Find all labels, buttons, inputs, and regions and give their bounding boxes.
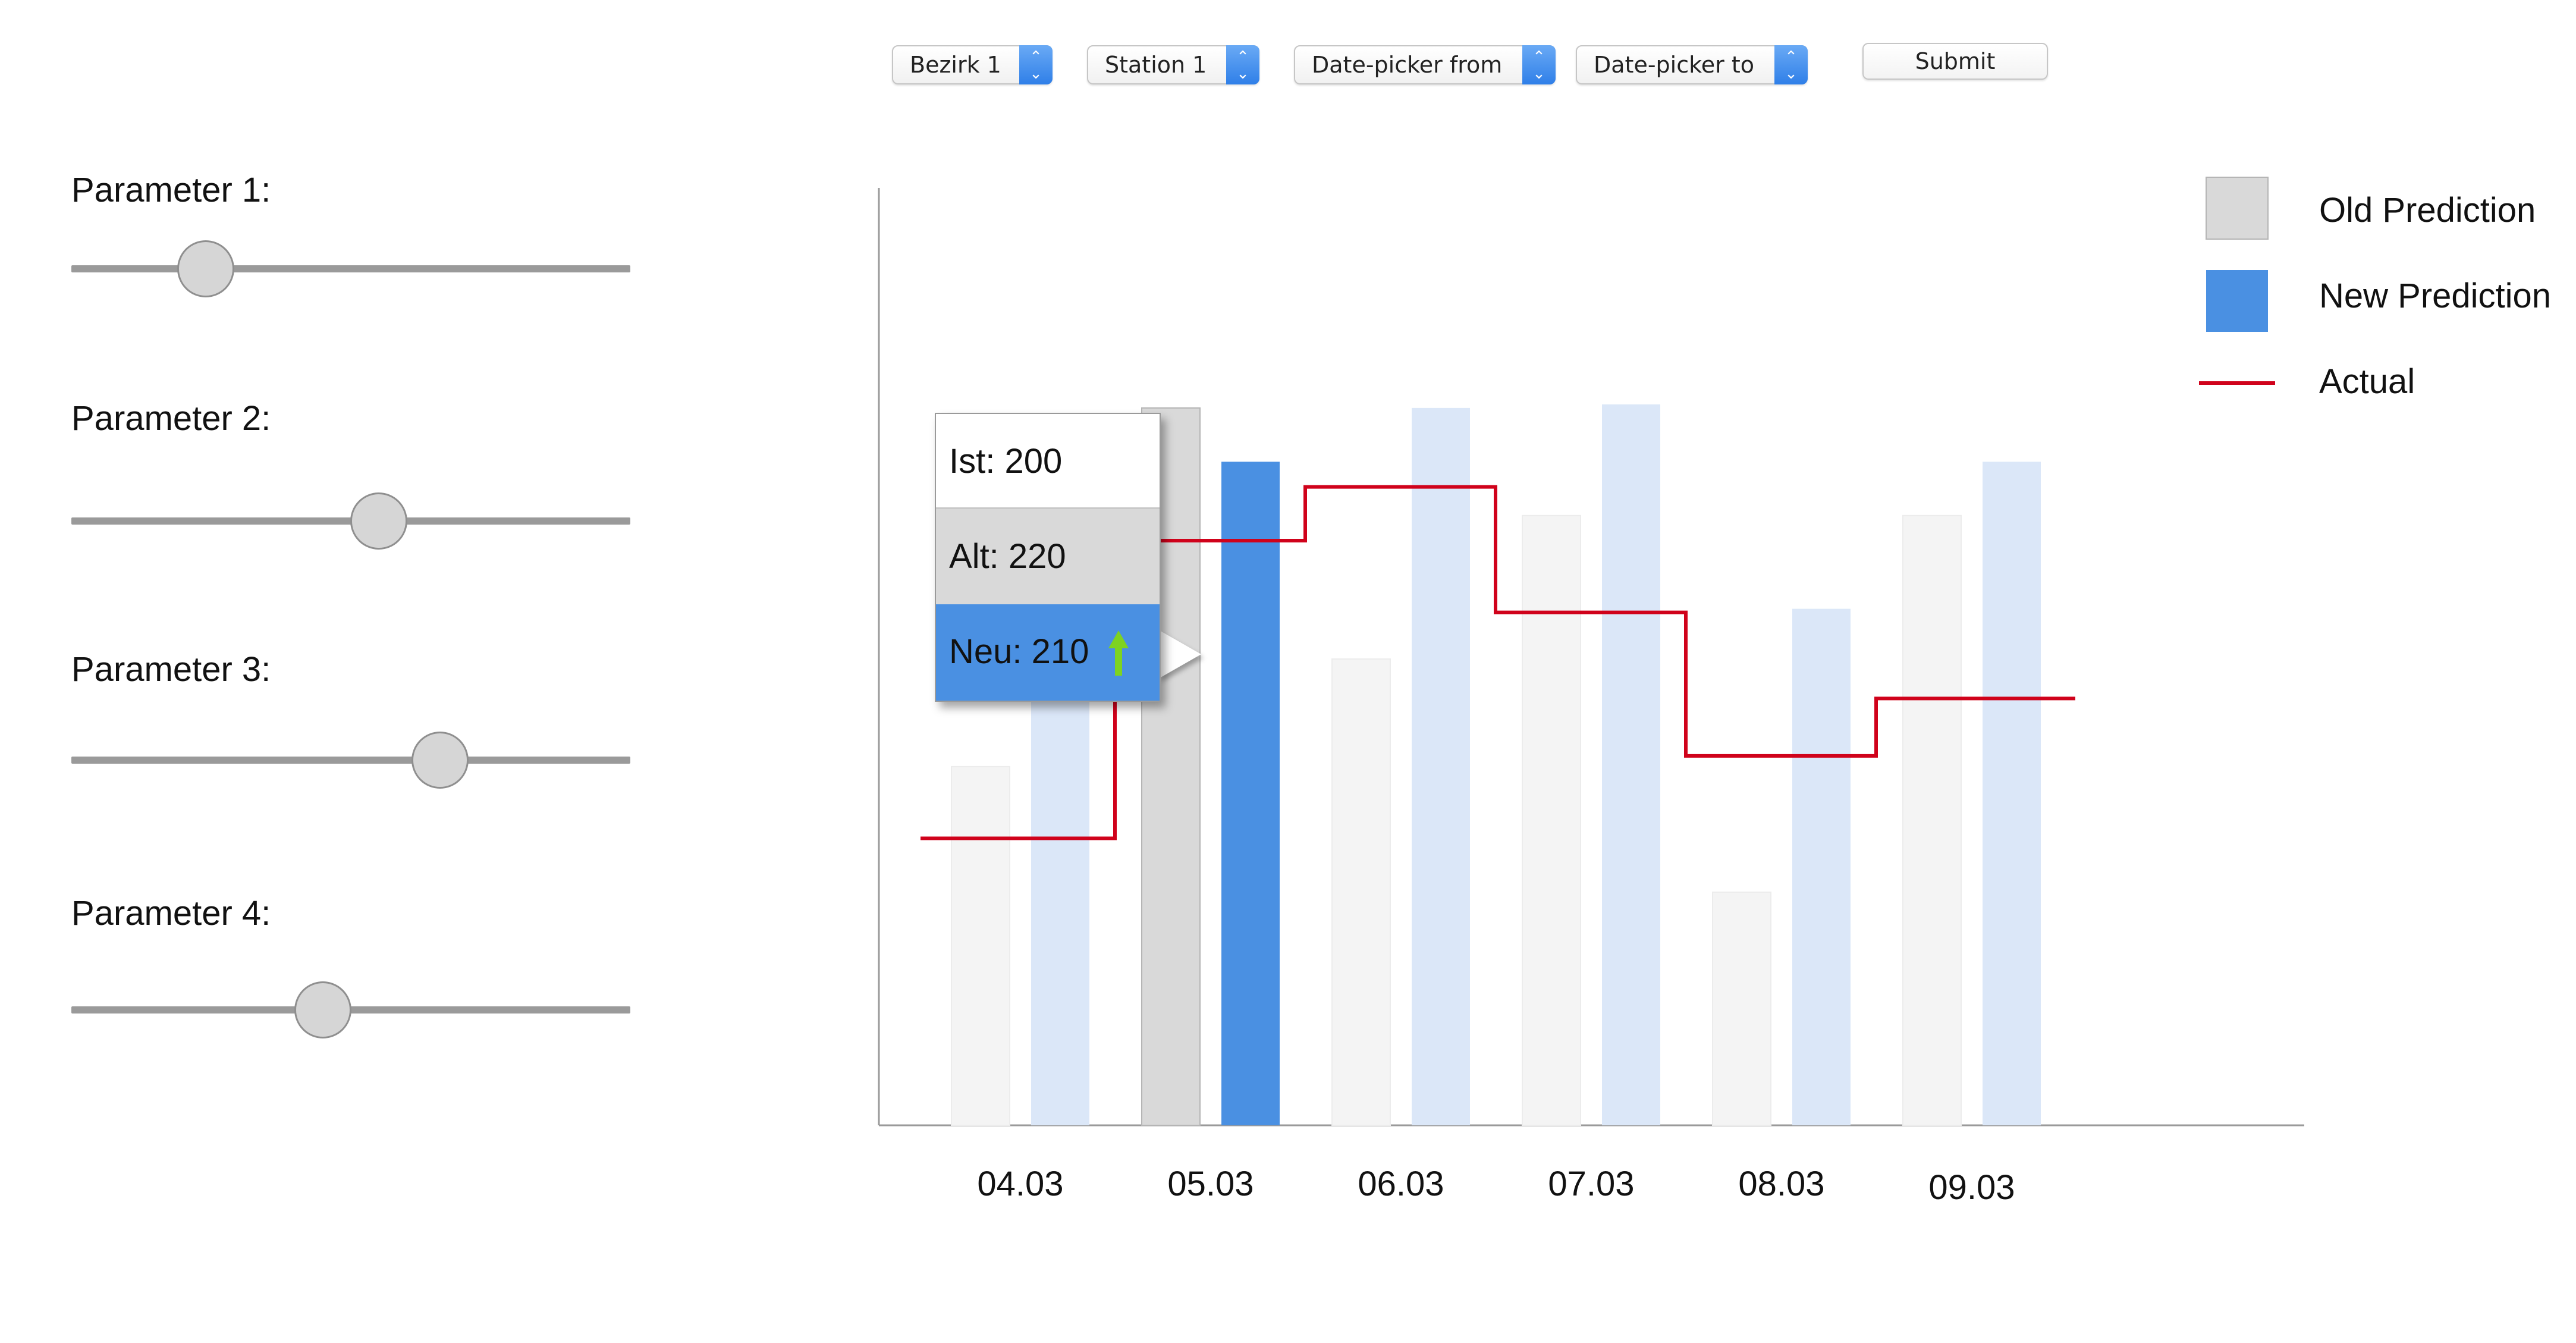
x-tick-label: 08.03 xyxy=(1738,1165,1824,1203)
new-prediction-bar[interactable] xyxy=(1412,407,1470,1126)
new-prediction-bar[interactable] xyxy=(1602,404,1660,1126)
x-tick-label: 04.03 xyxy=(977,1165,1063,1203)
new-prediction-bar[interactable] xyxy=(1221,462,1280,1126)
prediction-chart: 04.03 05.03 06.03 07.03 08.03 09.03 xyxy=(878,177,2304,1207)
old-prediction-bar[interactable] xyxy=(1522,514,1581,1126)
value-tooltip: Ist: 200 Alt: 220 Neu: 210 xyxy=(935,413,1161,702)
legend-new-label: New Prediction xyxy=(2319,277,2552,315)
tooltip-actual-row: Ist: 200 xyxy=(936,414,1160,509)
tooltip-new-value: Neu: 210 xyxy=(949,632,1089,671)
tooltip-old-row: Alt: 220 xyxy=(936,509,1160,604)
new-prediction-bar[interactable] xyxy=(1031,695,1089,1125)
legend-old-swatch xyxy=(2206,177,2269,240)
x-tick-label: 06.03 xyxy=(1358,1165,1444,1203)
tooltip-pointer xyxy=(1160,630,1201,678)
old-prediction-bar[interactable] xyxy=(1712,892,1771,1126)
old-prediction-bar[interactable] xyxy=(1902,514,1962,1126)
tooltip-new-row: Neu: 210 xyxy=(936,604,1160,701)
green-up-arrow-icon xyxy=(1108,630,1129,676)
legend-old-label: Old Prediction xyxy=(2319,191,2536,230)
new-prediction-bar[interactable] xyxy=(1792,608,1851,1125)
old-prediction-bar[interactable] xyxy=(1331,658,1391,1126)
x-tick-label: 05.03 xyxy=(1167,1165,1254,1203)
x-tick-label: 07.03 xyxy=(1548,1165,1634,1203)
tooltip-old-value: Alt: 220 xyxy=(949,537,1066,576)
old-prediction-bar[interactable] xyxy=(951,765,1010,1126)
new-prediction-bar[interactable] xyxy=(1983,462,2041,1126)
x-tick-label: 09.03 xyxy=(1928,1168,2015,1207)
tooltip-actual-value: Ist: 200 xyxy=(949,442,1063,481)
legend-new-swatch xyxy=(2206,270,2268,332)
legend-actual-label: Actual xyxy=(2319,362,2415,401)
